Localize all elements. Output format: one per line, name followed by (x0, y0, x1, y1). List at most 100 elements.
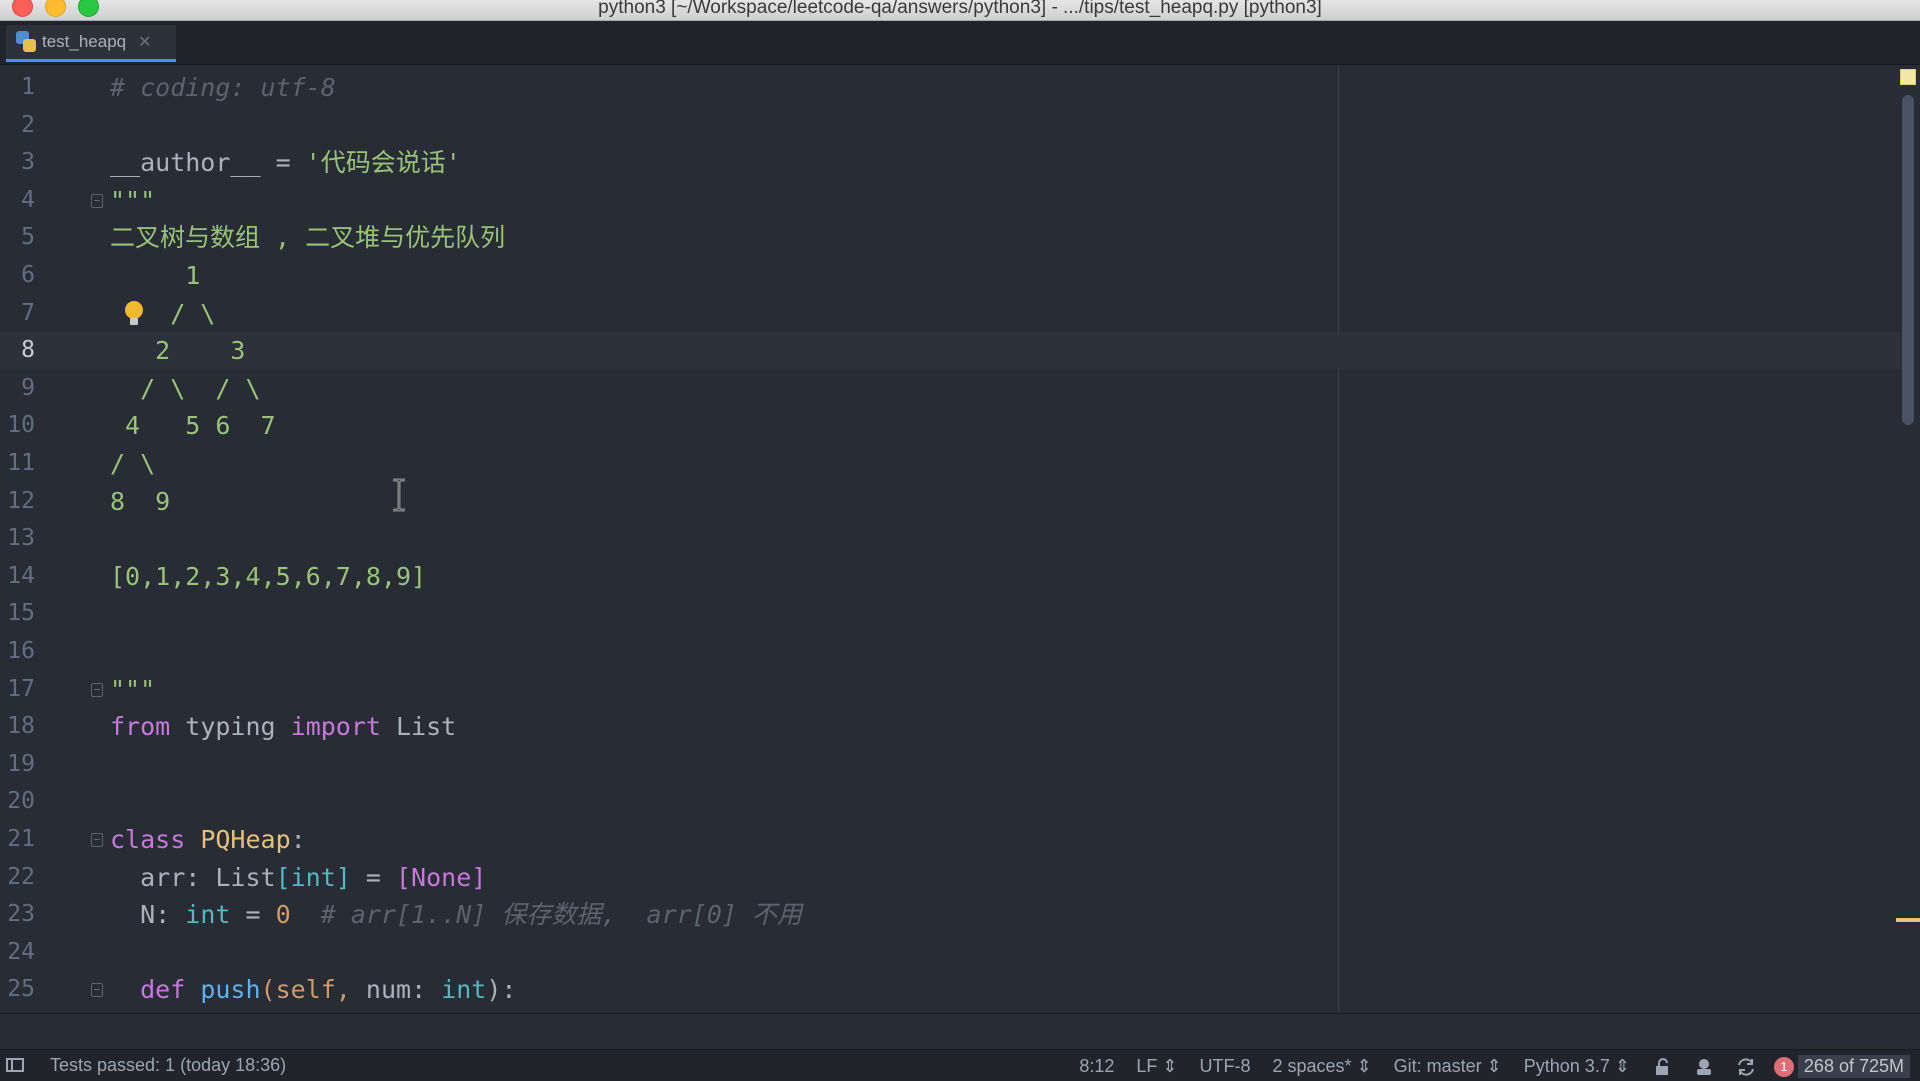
caret-position[interactable]: 8:12 (1079, 1056, 1114, 1077)
code-token: (self, (260, 975, 366, 1005)
code-line[interactable]: 14 [0,1,2,3,4,5,6,7,8,9] (0, 558, 1900, 595)
memory-indicator[interactable]: 268 of 725M (1797, 1055, 1910, 1078)
line-number[interactable]: 10 (0, 407, 35, 444)
code-line[interactable]: 1 # coding: utf-8 (0, 69, 1900, 106)
line-number[interactable]: 4 (0, 182, 35, 219)
sync-icon[interactable] (1736, 1057, 1756, 1077)
code-line[interactable]: 4 """ (0, 182, 1900, 219)
line-number[interactable]: 24 (0, 934, 35, 971)
code-token: PQHeap (200, 825, 291, 854)
line-number[interactable]: 17 (0, 671, 35, 708)
code-token: 0 (275, 900, 291, 930)
code-line[interactable]: 25 def push(self, num: int): (0, 971, 1900, 1008)
code-line[interactable]: 8 2 3 (0, 332, 1900, 370)
vcs-branch-selector[interactable]: Git: master ⇕ (1394, 1056, 1502, 1077)
line-number[interactable]: 14 (0, 558, 35, 595)
code-token: """ (110, 674, 156, 704)
line-number[interactable]: 16 (0, 633, 35, 670)
code-text: # coding: utf-8 (110, 69, 336, 106)
python-file-icon (16, 31, 36, 53)
code-line[interactable]: 3 __author__ = '代码会说话' (0, 144, 1900, 181)
scrollbar-thumb[interactable] (1902, 95, 1914, 425)
code-line[interactable]: 23 N: int = 0 # arr[1..N] 保存数据, arr[0] 不… (0, 896, 1900, 933)
tool-window-toggle-icon[interactable] (6, 1058, 24, 1072)
line-number[interactable]: 6 (0, 257, 35, 294)
code-token: : (411, 975, 442, 1005)
code-token: [int] (275, 862, 351, 892)
line-number[interactable]: 25 (0, 971, 35, 1008)
line-number[interactable]: 22 (0, 859, 35, 896)
code-token: """ (110, 185, 156, 215)
code-line[interactable]: 24 (0, 934, 1900, 971)
code-token: [None] (396, 862, 487, 892)
editor-bottom-area (0, 1013, 1920, 1050)
fold-marker-icon[interactable] (91, 983, 103, 998)
code-line[interactable]: 12 8 9 (0, 483, 1900, 520)
code-token: 2 3 (110, 336, 246, 366)
line-number[interactable]: 21 (0, 821, 35, 858)
line-number[interactable]: 20 (0, 783, 35, 820)
line-number[interactable]: 7 (0, 295, 35, 332)
status-message[interactable]: Tests passed: 1 (today 18:36) (50, 1055, 286, 1076)
line-number[interactable]: 11 (0, 445, 35, 482)
code-line[interactable]: 18 from typing import List (0, 708, 1900, 745)
code-line[interactable]: 17 """ (0, 671, 1900, 708)
intention-bulb-icon[interactable] (125, 301, 143, 327)
code-text: __author__ = '代码会说话' (110, 144, 461, 181)
code-editor[interactable]: 1 # coding: utf-8 2 3 __author__ = '代码会说话' 4 "… (0, 65, 1920, 1013)
interpreter-selector[interactable]: Python 3.7 ⇕ (1524, 1056, 1630, 1077)
code-line[interactable]: 7 / \ (0, 295, 1900, 332)
tab-test-heapq[interactable]: test_heapq ✕ (6, 25, 176, 62)
lock-icon[interactable] (1652, 1057, 1672, 1077)
code-line[interactable]: 11 / \ (0, 445, 1900, 482)
inspection-status-icon[interactable] (1900, 69, 1916, 85)
code-line[interactable]: 13 (0, 520, 1900, 557)
indent-selector[interactable]: 2 spaces* ⇕ (1273, 1056, 1372, 1077)
code-line[interactable]: 15 (0, 595, 1900, 632)
line-number[interactable]: 23 (0, 896, 35, 933)
code-token: typing (170, 712, 291, 742)
error-count-badge[interactable]: 1 (1773, 1056, 1794, 1077)
warning-marker[interactable] (1896, 918, 1920, 922)
vertical-scrollbar[interactable] (1892, 65, 1920, 1013)
line-number[interactable]: 13 (0, 520, 35, 557)
code-token: arr: List (110, 862, 276, 892)
fold-marker-icon[interactable] (91, 833, 103, 847)
fold-marker-icon[interactable] (91, 193, 103, 208)
code-line[interactable]: 6 1 (0, 257, 1900, 294)
encoding-selector[interactable]: UTF-8 (1200, 1056, 1251, 1077)
line-number[interactable]: 19 (0, 746, 35, 783)
code-text: """ (110, 671, 155, 708)
line-number[interactable]: 2 (0, 107, 35, 144)
code-line[interactable]: 21 class PQHeap: (0, 821, 1900, 858)
code-line[interactable]: 5 二叉树与数组 , 二叉堆与优先队列 (0, 219, 1900, 256)
code-token: '代码会说话' (305, 148, 461, 178)
code-line[interactable]: 20 (0, 783, 1900, 820)
code-line[interactable]: 19 (0, 746, 1900, 783)
line-number[interactable]: 12 (0, 483, 35, 520)
close-tab-icon[interactable]: ✕ (138, 32, 151, 52)
code-line[interactable]: 22 arr: List[int] = [None] (0, 859, 1900, 896)
line-ending-selector[interactable]: LF ⇕ (1136, 1056, 1177, 1077)
line-number[interactable]: 15 (0, 595, 35, 632)
code-text: class PQHeap: (110, 821, 306, 858)
line-number[interactable]: 18 (0, 708, 35, 745)
line-number[interactable]: 8 (0, 332, 35, 369)
line-number[interactable]: 1 (0, 69, 35, 106)
code-token: ): (486, 975, 517, 1005)
fold-marker-icon[interactable] (91, 682, 103, 697)
code-line[interactable]: 16 (0, 633, 1900, 670)
line-number[interactable]: 9 (0, 370, 35, 407)
line-number[interactable]: 5 (0, 219, 35, 256)
code-line[interactable]: 2 (0, 107, 1900, 144)
window-titlebar: python3 [~/Workspace/leetcode-qa/answers… (0, 0, 1920, 21)
code-line[interactable]: 10 4 5 6 7 (0, 407, 1900, 444)
code-line[interactable]: 9 / \ / \ (0, 370, 1900, 407)
status-bar: Tests passed: 1 (today 18:36) 8:12 LF ⇕ … (0, 1049, 1920, 1081)
code-token: = (350, 862, 396, 892)
code-text: 8 9 (110, 483, 170, 520)
code-text: [0,1,2,3,4,5,6,7,8,9] (110, 558, 426, 595)
line-number[interactable]: 3 (0, 144, 35, 181)
inspector-icon[interactable] (1694, 1057, 1714, 1077)
